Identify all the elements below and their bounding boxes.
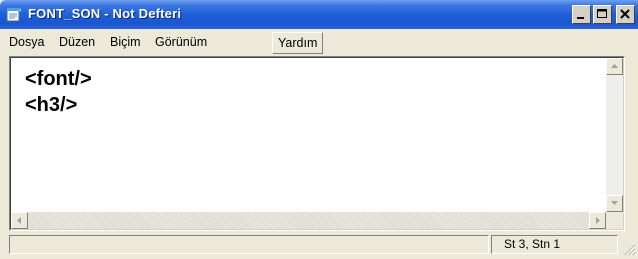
text-editor[interactable]: <font/> <h3/> — [10, 57, 624, 230]
menu-view[interactable]: Görünüm — [155, 35, 207, 49]
arrow-left-icon — [17, 217, 21, 224]
status-bar: St 3, Stn 1 — [0, 232, 638, 259]
window-title: FONT_SON - Not Defteri — [28, 6, 182, 21]
arrow-down-icon — [611, 201, 618, 205]
minimize-button[interactable] — [572, 5, 591, 24]
menu-edit[interactable]: Düzen — [59, 35, 95, 49]
close-button[interactable] — [616, 5, 635, 24]
close-icon — [620, 9, 630, 19]
menu-format[interactable]: Biçim — [110, 35, 141, 49]
maximize-icon — [597, 9, 607, 18]
scroll-up-button[interactable] — [606, 58, 623, 75]
status-pane-position: St 3, Stn 1 — [491, 235, 618, 254]
scroll-right-button[interactable] — [589, 212, 606, 229]
notepad-window: FONT_SON - Not Defteri Dosya Düzen Biçim… — [0, 0, 638, 259]
maximize-button[interactable] — [593, 5, 612, 24]
scroll-down-button[interactable] — [606, 195, 623, 212]
editor-line: <h3/> — [25, 94, 78, 116]
title-bar[interactable]: FONT_SON - Not Defteri — [0, 0, 638, 29]
minimize-icon — [577, 17, 584, 19]
status-pane-main — [9, 235, 489, 254]
menu-file[interactable]: Dosya — [9, 35, 44, 49]
editor-line: <font/> — [25, 68, 92, 90]
scroll-left-button[interactable] — [11, 212, 28, 229]
menu-bar: Dosya Düzen Biçim Görünüm Yardım — [0, 29, 638, 56]
menu-help[interactable]: Yardım — [272, 32, 324, 54]
scrollbar-corner — [606, 212, 623, 229]
notepad-icon — [6, 8, 21, 22]
horizontal-scrollbar[interactable] — [11, 212, 606, 229]
arrow-right-icon — [596, 217, 600, 224]
vertical-scrollbar[interactable] — [606, 58, 623, 212]
editor-frame: <font/> <h3/> — [9, 56, 625, 231]
resize-grip-icon[interactable] — [622, 242, 636, 256]
arrow-up-icon — [611, 64, 618, 68]
editor-content[interactable]: <font/> <h3/> — [25, 66, 92, 118]
cursor-position: St 3, Stn 1 — [504, 237, 561, 251]
